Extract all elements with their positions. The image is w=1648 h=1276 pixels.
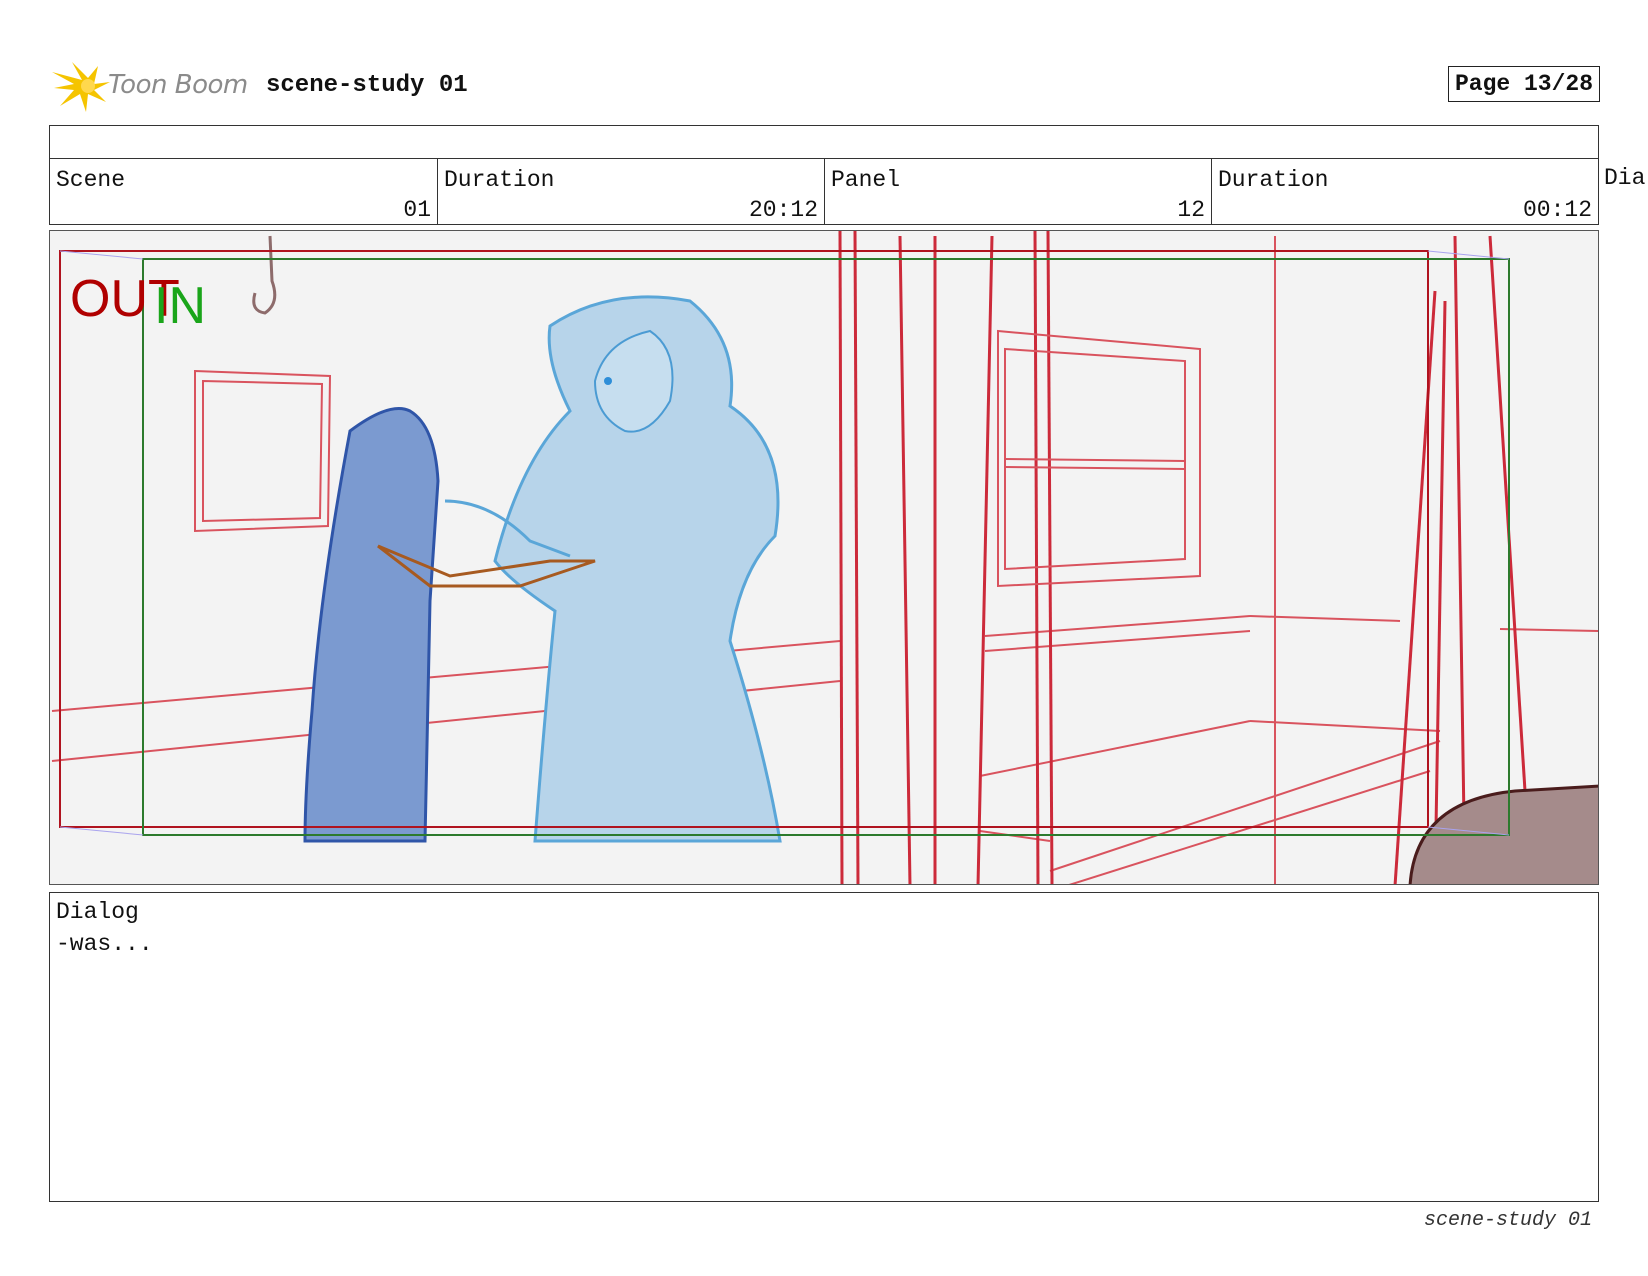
scene-duration-value: 20:12 xyxy=(748,197,818,223)
scene-duration-label: Duration xyxy=(444,167,555,193)
scene-label: Scene xyxy=(56,167,126,193)
dialog-column-overflow-label: Dia xyxy=(1604,165,1646,191)
scene-duration-cell: Duration 20:12 xyxy=(438,159,825,225)
coat-sketch xyxy=(303,407,440,843)
scene-cell: Scene 01 xyxy=(50,159,438,225)
dialog-box: Dialog -was... xyxy=(49,892,1599,1202)
dialog-label: Dialog xyxy=(56,899,139,925)
logo-text: Toon Boom xyxy=(108,70,248,100)
toon-boom-logo: Toon Boom xyxy=(52,58,252,114)
window-sketch xyxy=(997,329,1201,588)
panel-duration-value: 00:12 xyxy=(1522,197,1592,223)
panel-label: Panel xyxy=(831,167,901,193)
panel-sketch: OUT IN xyxy=(51,231,1598,884)
door-frame-lines xyxy=(838,231,1527,884)
dialog-text: -was... xyxy=(56,931,153,957)
room-lines xyxy=(51,236,1598,884)
panel-duration-cell: Duration 00:12 xyxy=(1212,159,1598,225)
project-title: scene-study 01 xyxy=(266,72,468,99)
page-number: Page 13/28 xyxy=(1447,66,1600,102)
info-top-row xyxy=(50,126,1598,159)
panel-info-table: Scene 01 Duration 20:12 Panel 12 Duratio… xyxy=(49,125,1599,225)
starburst-icon xyxy=(52,62,110,112)
scene-value: 01 xyxy=(403,197,431,223)
page-header: Toon Boom scene-study 01 Page 13/28 xyxy=(52,58,1600,114)
in-label: IN xyxy=(154,277,206,335)
wall-frame-sketch xyxy=(194,369,332,533)
panel-cell: Panel 12 xyxy=(825,159,1212,225)
hook-sketch xyxy=(252,235,277,315)
panel-value: 12 xyxy=(1177,197,1205,223)
storyboard-panel-image: OUT IN xyxy=(49,230,1599,885)
footer-project-name: scene-study 01 xyxy=(1423,1209,1592,1232)
panel-duration-label: Duration xyxy=(1218,167,1329,193)
